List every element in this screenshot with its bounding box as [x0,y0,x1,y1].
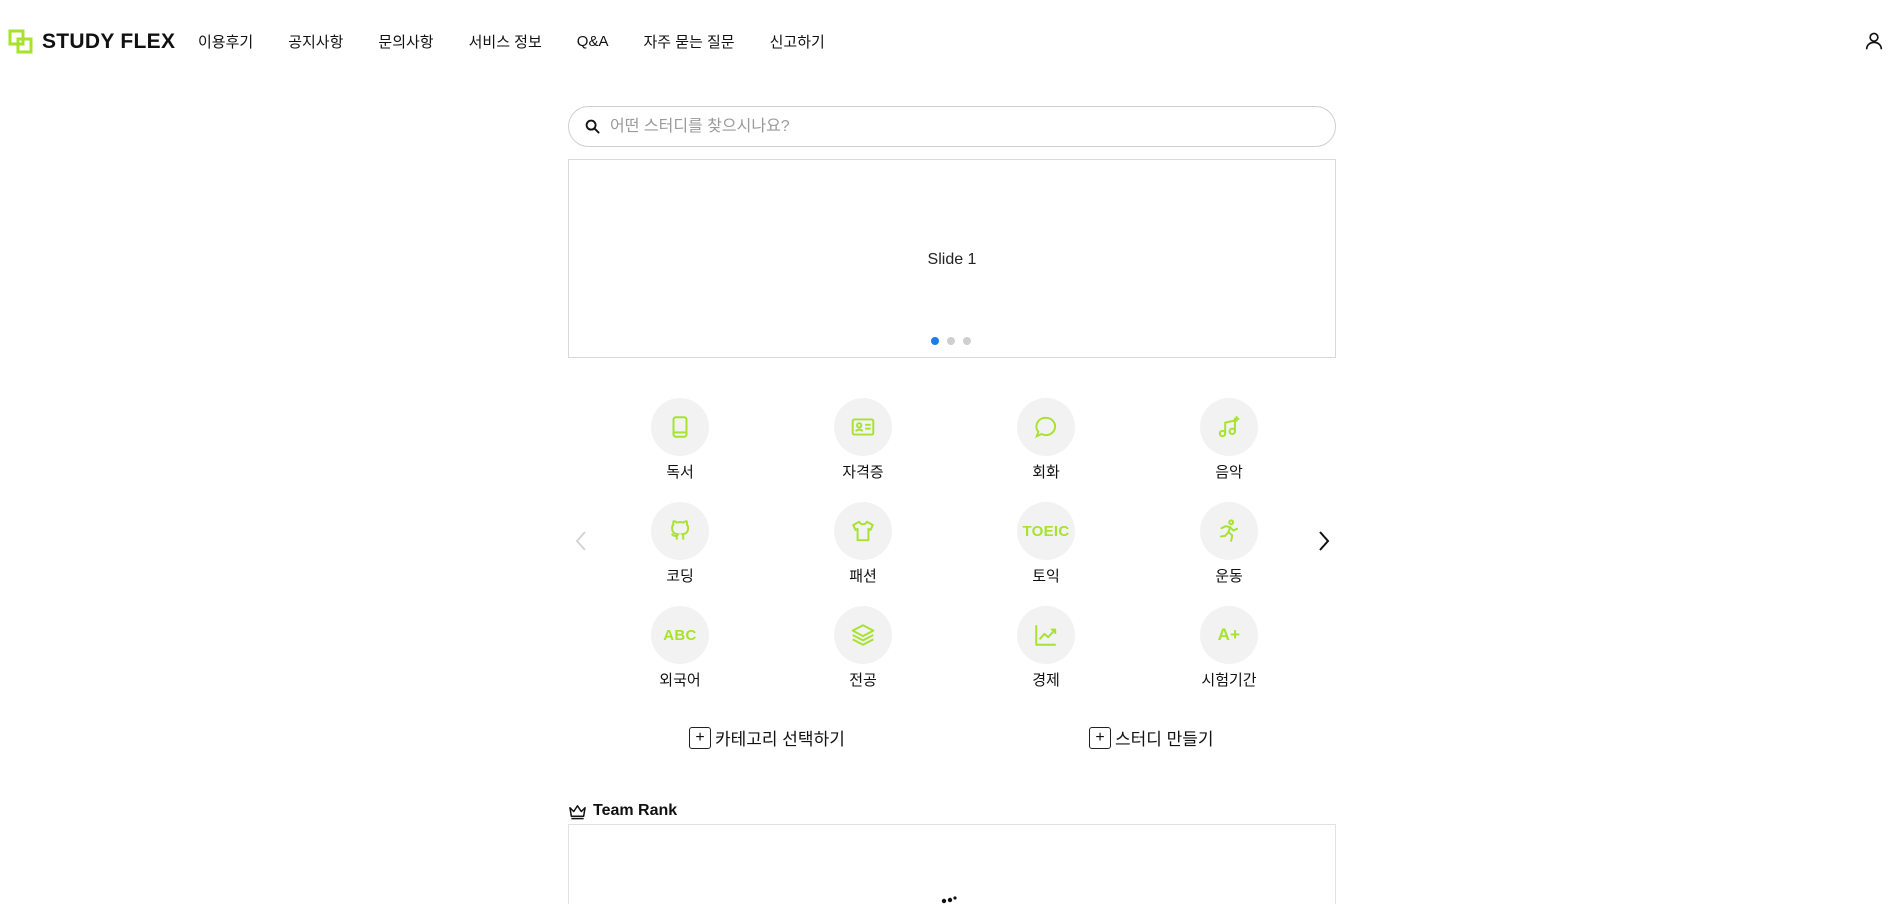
header: STUDY FLEX 이용후기 공지사항 문의사항 서비스 정보 Q&A 자주 … [0,0,1899,82]
category-music[interactable]: 음악 [1179,398,1279,482]
slider-dot-3[interactable] [963,337,971,345]
category-icon-wrap [834,606,892,664]
github-cat-icon [671,520,690,540]
nav-item-notices[interactable]: 공지사항 [288,31,343,52]
category-icon-wrap [651,502,709,560]
category-label: 토익 [1032,568,1060,585]
category-fashion[interactable]: 패션 [813,502,913,586]
nav-item-qna[interactable]: Q&A [577,33,609,50]
slider-dot-1[interactable] [931,337,939,345]
slider-pagination [931,337,971,345]
running-person-icon [1219,519,1239,542]
category-exercise[interactable]: 운동 [1179,502,1279,586]
category-major[interactable]: 전공 [813,606,913,690]
category-exam-period[interactable]: A+ 시험기간 [1179,606,1279,690]
category-icon-wrap [1200,398,1258,456]
category-icon-wrap [651,398,709,456]
nav-item-inquiries[interactable]: 문의사항 [378,31,433,52]
team-rank-title: Team Rank [593,802,678,819]
logo-text: STUDY FLEX [42,30,176,53]
category-label: 경제 [1032,672,1060,689]
category-label: 음악 [1215,464,1243,481]
user-icon[interactable] [1863,30,1885,52]
banner-slider[interactable]: Slide 1 [568,159,1336,358]
plus-icon: + [1089,726,1111,749]
search-bar [568,106,1336,147]
category-icon-wrap [1017,606,1075,664]
team-rank-header: Team Rank [568,802,677,820]
music-note-icon [1218,416,1240,438]
category-conversation[interactable]: 회화 [996,398,1096,482]
chat-bubble-icon [1035,416,1057,439]
search-input[interactable] [610,111,1310,142]
select-category-label: 카테고리 선택하기 [715,730,845,749]
category-icon-wrap [1200,502,1258,560]
category-label: 시험기간 [1201,672,1257,689]
team-rank-panel [568,824,1336,904]
category-label: 코딩 [666,568,694,585]
search-icon [585,119,600,134]
rank-content-peek [941,896,957,904]
chart-line-icon [1035,625,1057,646]
category-grid: 독서 자격증 회화 음악 코딩 패션 TOEIC 토익 운동 ABC 외국어 전… [630,398,1280,690]
category-label: 독서 [666,464,694,481]
category-icon-wrap [1017,398,1075,456]
category-reading[interactable]: 독서 [630,398,730,482]
category-icon-wrap: TOEIC [1017,502,1075,560]
nav-item-faq[interactable]: 자주 묻는 질문 [643,31,734,52]
nav-item-service-info[interactable]: 서비스 정보 [469,31,542,52]
create-study-button[interactable]: + 스터디 만들기 [1089,725,1214,750]
page: STUDY FLEX 이용후기 공지사항 문의사항 서비스 정보 Q&A 자주 … [0,0,1899,904]
category-label: 자격증 [842,464,884,481]
book-icon [672,416,688,438]
category-economics[interactable]: 경제 [996,606,1096,690]
tshirt-icon [852,520,874,542]
category-coding[interactable]: 코딩 [630,502,730,586]
category-certificate[interactable]: 자격증 [813,398,913,482]
category-foreign-language[interactable]: ABC 외국어 [630,606,730,690]
category-toeic[interactable]: TOEIC 토익 [996,502,1096,586]
nav-item-reviews[interactable]: 이용후기 [198,31,253,52]
select-category-button[interactable]: + 카테고리 선택하기 [689,725,845,750]
crown-icon [569,804,586,819]
logo[interactable]: STUDY FLEX [8,29,175,55]
category-label: 운동 [1215,568,1243,585]
a-plus-text-icon: A+ [1217,625,1241,644]
layers-icon [851,624,875,646]
category-icon-wrap: A+ [1200,606,1258,664]
logo-icon [8,29,33,54]
main-nav: 이용후기 공지사항 문의사항 서비스 정보 Q&A 자주 묻는 질문 신고하기 [198,31,860,52]
category-label: 외국어 [659,672,701,689]
category-icon-wrap [834,398,892,456]
plus-icon: + [689,726,711,749]
category-label: 패션 [849,568,877,585]
id-card-icon [851,418,875,436]
category-icon-wrap: ABC [651,606,709,664]
nav-item-report[interactable]: 신고하기 [770,31,825,52]
slide-label: Slide 1 [927,251,977,268]
category-label: 전공 [849,672,877,689]
slider-dot-2[interactable] [947,337,955,345]
category-prev-arrow[interactable] [570,528,592,554]
create-study-label: 스터디 만들기 [1115,730,1214,749]
toeic-text-icon: TOEIC [1022,522,1070,540]
category-next-arrow[interactable] [1313,528,1335,554]
category-label: 회화 [1032,464,1060,481]
abc-text-icon: ABC [663,626,697,644]
category-icon-wrap [834,502,892,560]
